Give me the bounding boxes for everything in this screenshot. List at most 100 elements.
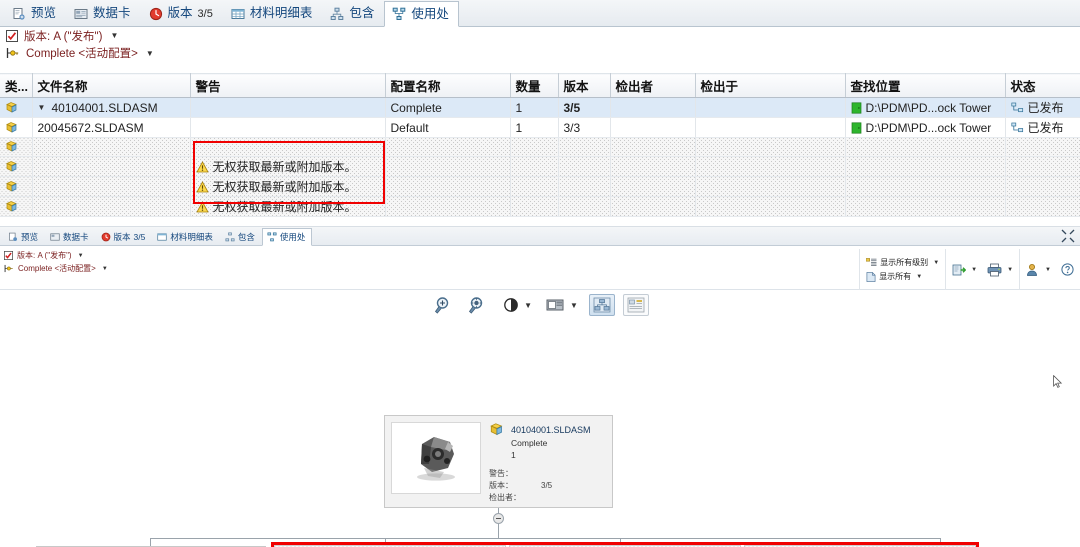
tab-contains[interactable]: 包含 [220,227,262,245]
whereused-icon [267,232,277,242]
chevron-down-icon[interactable]: ▼ [1045,267,1051,273]
show-all-button[interactable]: 显示所有 ▼ [866,271,939,282]
table-row[interactable] [0,137,1080,157]
tab-preview[interactable]: 预览 [4,0,66,26]
cell-filename: 20045672.SLDASM [32,117,191,138]
tab-label: 材料明细表 [170,231,213,242]
show-all-levels-button[interactable]: 显示所有级别 ▼ [866,257,939,268]
tab-where-used[interactable]: 使用处 [261,228,313,246]
col-filename[interactable]: 文件名称 [32,73,191,98]
version-filter-row[interactable]: 版本: A ("发布") ▼ [0,27,1080,44]
config-filter-row[interactable]: Complete <活动配置> ▼ [0,44,1080,62]
col-checked-out-by[interactable]: 检出者 [610,73,696,98]
checkbox-checked-icon[interactable] [6,29,18,42]
cell-config [385,196,511,217]
tab-version[interactable]: 版本 3/5 [96,227,153,245]
tab-where-used[interactable]: 使用处 [384,1,459,27]
col-found-in[interactable]: 查找位置 [845,73,1006,98]
expander-icon[interactable]: ▼ [38,103,48,112]
tab-preview[interactable]: 预览 [3,227,45,245]
cell-found-in [845,156,1006,177]
cell-type [0,196,33,217]
tab-bom[interactable]: 材料明细表 [223,0,323,26]
checkbox-checked-icon[interactable] [4,251,13,260]
cell-checked-out-by [610,137,696,157]
zoom-in-button[interactable] [431,294,457,316]
bom-table-icon [231,7,245,21]
col-checked-out-in[interactable]: 检出于 [695,73,846,98]
node-version-value: 3/5 [541,480,553,490]
table-row[interactable]: 无权获取最新或附加版本。 [0,176,1080,197]
chevron-down-icon[interactable]: ▼ [110,31,118,40]
chevron-down-icon[interactable]: ▼ [933,260,939,266]
where-used-table: 类... 文件名称 警告 配置名称 数量 版本 检出者 检出于 查找位置 状态 [0,73,1080,217]
tab-label: 数据卡 [63,231,89,242]
chevron-down-icon[interactable]: ▼ [916,274,922,280]
chevron-down-icon[interactable]: ▼ [102,266,108,272]
chevron-down-icon[interactable]: ▼ [570,301,578,310]
cell-checked-out-by [610,117,696,138]
connector-vertical-down [498,524,499,538]
graph-node-root[interactable]: 40104001.SLDASM Complete 1 警告： 版本： 3/5 检出… [384,415,613,508]
bottom-panel: 预览 数据卡 版本 3/5 材料明细表 包含 使用处 版本: A ("发布") … [0,226,1080,547]
cell-filename [32,196,191,217]
layout-flat-button[interactable] [622,294,649,316]
col-version[interactable]: 版本 [558,73,611,98]
tab-version-count: 3/5 [197,7,213,20]
node-details: 警告： 版本： 3/5 检出者： [489,468,606,504]
tab-data-card[interactable]: 数据卡 [45,227,96,245]
table-row[interactable]: ▼ 40104001.SLDASM Complete 1 3/5 D:\PDM\… [0,97,1080,118]
col-state[interactable]: 状态 [1005,73,1080,98]
user-settings-button[interactable]: ▼ [1026,263,1051,277]
tab-bom[interactable]: 材料明细表 [152,227,220,245]
zoom-fit-button[interactable] [465,294,491,316]
cell-filename [32,137,191,157]
chevron-down-icon[interactable]: ▼ [971,267,977,273]
show-all-levels-label: 显示所有级别 [880,258,929,267]
table-row[interactable]: 无权获取最新或附加版本。 [0,196,1080,217]
collapse-toggle-button[interactable] [493,513,504,524]
col-qty[interactable]: 数量 [510,73,559,98]
tab-contains[interactable]: 包含 [322,0,384,26]
chevron-down-icon[interactable]: ▼ [146,49,154,58]
chevron-down-icon[interactable]: ▼ [524,301,532,310]
cell-version: 3/5 [558,97,611,118]
col-warning[interactable]: 警告 [190,73,386,98]
chevron-down-icon[interactable]: ▼ [1007,267,1013,273]
version-clock-icon [101,232,111,242]
where-used-table-wrap: 类... 文件名称 警告 配置名称 数量 版本 检出者 检出于 查找位置 状态 [0,73,1080,218]
node-config: Complete [511,438,548,448]
cell-checked-out-in [695,196,846,217]
node-checkedout-value [523,492,541,504]
preview-icon [8,232,18,242]
expand-panel-button[interactable] [1061,229,1075,243]
user-icon [1026,263,1040,277]
warning-triangle-icon [195,160,209,173]
help-button[interactable] [1061,263,1074,276]
tab-version[interactable]: 版本 3/5 [141,0,223,26]
cell-state [1005,156,1080,177]
zoom-fit-icon [468,295,488,315]
display-mode-button[interactable]: ▼ [543,294,581,316]
table-row[interactable]: 无权获取最新或附加版本。 [0,156,1080,177]
print-button[interactable]: ▼ [987,263,1013,277]
contrast-button[interactable]: ▼ [499,294,535,316]
cell-filename [32,176,191,197]
cell-config: Complete [385,97,511,118]
export-button[interactable]: ▼ [952,263,977,277]
col-type[interactable]: 类... [0,73,33,98]
chevron-down-icon[interactable]: ▼ [78,253,84,259]
layout-tree-button[interactable] [588,294,615,316]
table-row[interactable]: 20045672.SLDASM Default 1 3/3 D:\PDM\PD.… [0,117,1080,138]
tab-label: 数据卡 [93,6,131,21]
node-version-key: 版本： [489,480,513,490]
col-config[interactable]: 配置名称 [385,73,511,98]
bom-table-icon [157,232,168,242]
cell-filename: ▼ 40104001.SLDASM [32,97,191,118]
tab-data-card[interactable]: 数据卡 [66,0,141,26]
cell-found-in [845,137,1006,157]
assembly-icon [489,422,506,438]
cell-version [558,176,611,197]
where-used-graph-canvas[interactable]: 40104001.SLDASM Complete 1 警告： 版本： 3/5 检出… [0,320,1080,547]
display-options-group: 显示所有级别 ▼ 显示所有 ▼ [859,249,945,290]
